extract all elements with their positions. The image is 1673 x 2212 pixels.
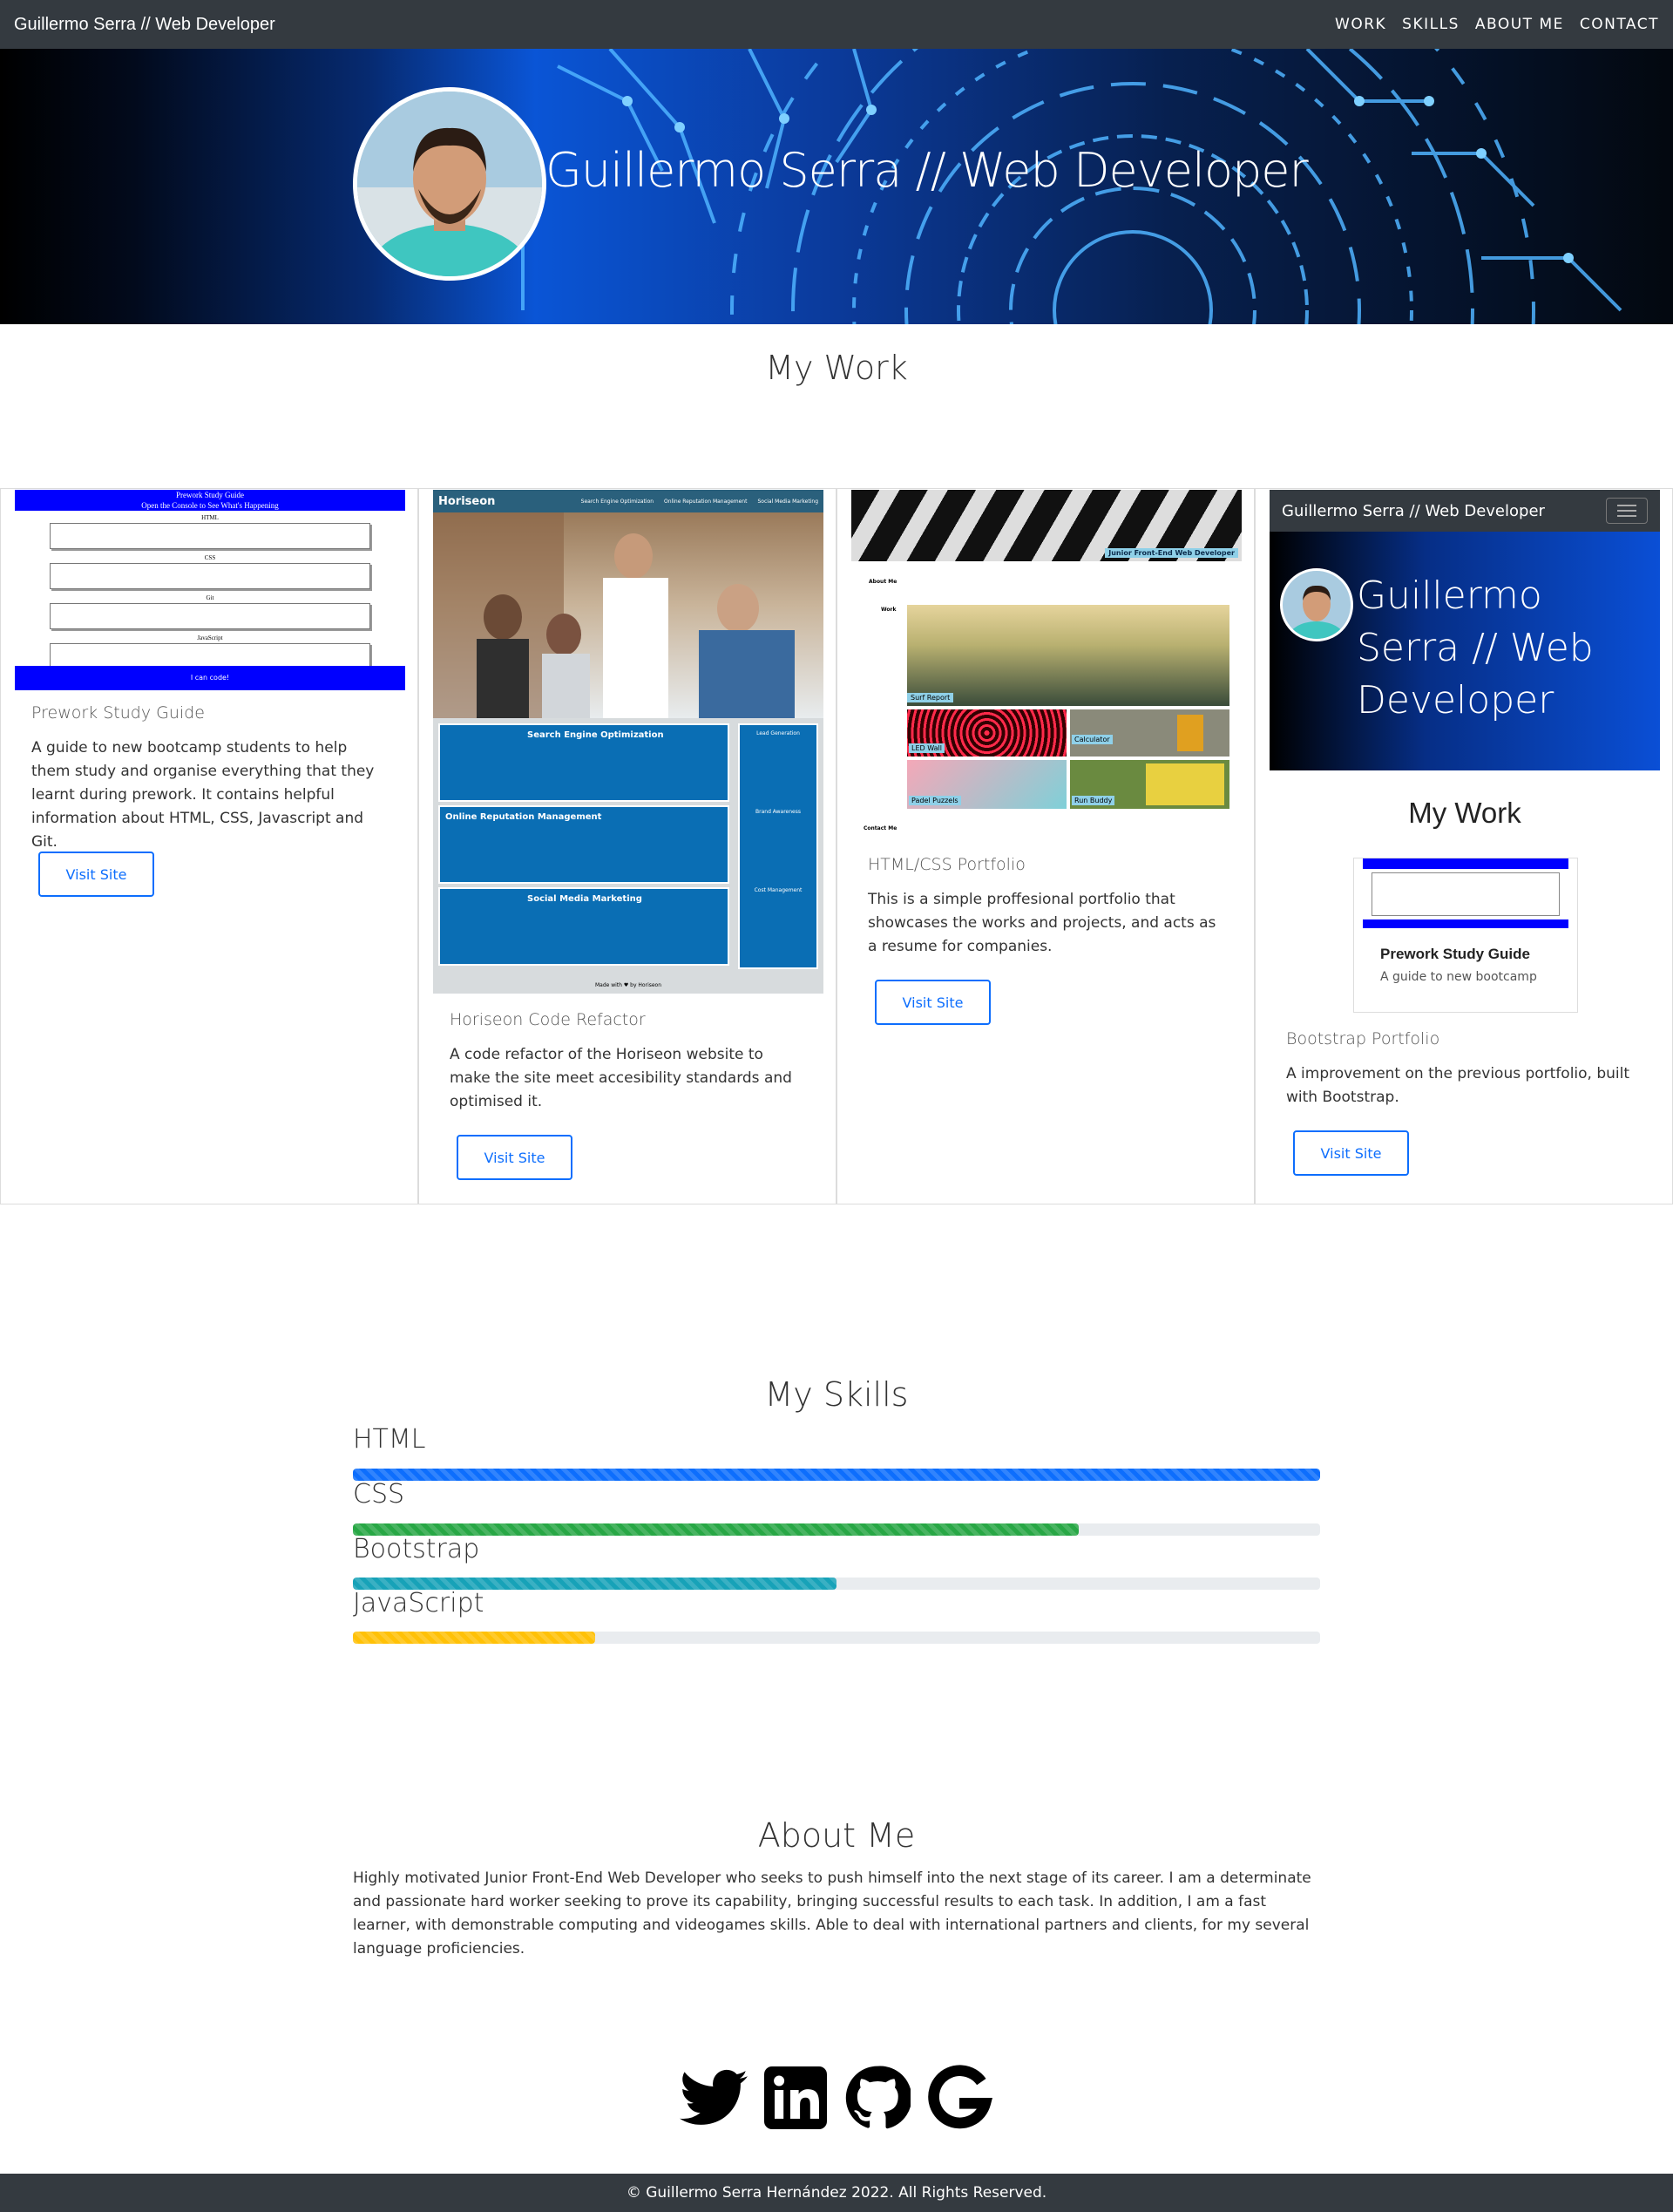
bootstrap-shot-avatar <box>1280 568 1353 641</box>
profile-avatar <box>353 87 546 281</box>
hero-banner: Guillermo Serra // Web Developer <box>0 49 1673 324</box>
skill-progress-css <box>353 1523 1320 1536</box>
work-card-html-css-portfolio: Junior Front-End Web Developer About Me … <box>836 488 1255 1204</box>
card-text: This is a simple proffesional portfolio … <box>868 891 1216 955</box>
horiseon-shot-item: Search Engine Optimization <box>438 723 729 802</box>
horiseon-shot-item: Social Media Marketing <box>438 887 729 966</box>
twitter-icon[interactable] <box>680 2064 748 2132</box>
work-card-horiseon: Horiseon Search Engine Optimization Onli… <box>418 488 836 1204</box>
card-text: A guide to new bootcamp students to help… <box>31 739 375 851</box>
bootstrap-shot-card-title: Prework Study Guide <box>1380 946 1530 962</box>
skill-label-javascript: JavaScript <box>353 1588 484 1618</box>
social-links <box>0 2064 1673 2132</box>
hero-title: Guillermo Serra // Web Developer <box>545 143 1309 198</box>
work-card-bootstrap-portfolio: Guillermo Serra // Web Developer Guiller… <box>1255 488 1673 1204</box>
nav-link-contact[interactable]: CONTACT <box>1580 16 1659 33</box>
prework-shot-section: Git <box>206 594 214 601</box>
tile-label: LED Wall <box>909 743 945 753</box>
card-text: A code refactor of the Horiseon website … <box>450 1046 792 1110</box>
prework-shot-section: JavaScript <box>197 634 223 641</box>
linkedin-icon[interactable] <box>762 2064 830 2132</box>
nav-link-skills[interactable]: SKILLS <box>1402 16 1460 33</box>
bootstrap-shot-heading: My Work <box>1408 797 1521 829</box>
footer: © Guillermo Serra Hernández 2022. All Ri… <box>0 2174 1673 2212</box>
work-card-prework: Prework Study Guide Open the Console to … <box>0 488 418 1204</box>
horiseon-shot-side-item: Cost Management <box>754 887 803 893</box>
tile-label: Surf Report <box>907 693 954 702</box>
card-title: Bootstrap Portfolio <box>1286 1029 1440 1048</box>
bootstrap-shot-card-text: A guide to new bootcamp <box>1380 970 1537 984</box>
about-section-title: About Me <box>757 1816 916 1855</box>
visit-site-button[interactable]: Visit Site <box>457 1135 572 1180</box>
about-text: Highly motivated Junior Front-End Web De… <box>353 1869 1311 1958</box>
skill-bar-javascript <box>353 1632 595 1644</box>
skill-label-bootstrap: Bootstrap <box>353 1534 480 1564</box>
card-title: HTML/CSS Portfolio <box>868 855 1026 874</box>
card-text: A improvement on the previous portfolio,… <box>1286 1065 1630 1106</box>
skills-section-title: My Skills <box>764 1375 909 1414</box>
portfolio-screenshot: Junior Front-End Web Developer About Me … <box>851 490 1242 840</box>
portfolio-shot-contact: Contact Me <box>864 825 897 831</box>
surf-report-tile: Surf Report <box>907 605 1229 706</box>
led-wall-tile: LED Wall <box>907 709 1067 757</box>
bootstrap-shot-hero: Guillermo Serra // Web Developer <box>1357 573 1594 723</box>
horiseon-shot-side-item: Brand Awareness <box>755 809 801 815</box>
card-title: Horiseon Code Refactor <box>450 1010 646 1029</box>
google-icon[interactable] <box>925 2064 993 2132</box>
navbar: Guillermo Serra // Web Developer WORK SK… <box>0 0 1673 49</box>
prework-shot-title: Prework Study Guide <box>176 491 244 499</box>
skill-label-css: CSS <box>353 1479 405 1510</box>
navbar-brand[interactable]: Guillermo Serra // Web Developer <box>14 15 275 35</box>
bootstrap-shot-brand: Guillermo Serra // Web Developer <box>1282 501 1545 520</box>
nav-link-about-me[interactable]: ABOUT ME <box>1475 16 1564 33</box>
card-title: Prework Study Guide <box>31 703 205 723</box>
portfolio-shot-work: Work <box>881 607 897 613</box>
nav-links: WORK SKILLS ABOUT ME CONTACT <box>1335 16 1659 33</box>
horiseon-shot-item: Online Reputation Management <box>438 805 729 884</box>
portfolio-shot-banner: Junior Front-End Web Developer <box>1105 548 1238 558</box>
prework-shot-section: CSS <box>204 554 216 561</box>
tile-label: Calculator <box>1072 735 1113 744</box>
visit-site-button[interactable]: Visit Site <box>875 980 991 1025</box>
prework-shot-subtitle: Open the Console to See What's Happening <box>141 501 279 510</box>
tile-label: Padel Puzzels <box>909 796 961 805</box>
github-icon[interactable] <box>843 2064 911 2132</box>
horiseon-shot-logo: Horiseon <box>438 494 496 508</box>
calculator-tile: Calculator <box>1070 709 1229 757</box>
nav-link-work[interactable]: WORK <box>1335 16 1386 33</box>
work-cards: Prework Study Guide Open the Console to … <box>0 488 1673 1204</box>
visit-site-button[interactable]: Visit Site <box>38 852 154 897</box>
skill-bar-html <box>353 1469 1320 1481</box>
prework-shot-section: HTML <box>201 514 219 521</box>
skill-progress-javascript <box>353 1632 1320 1644</box>
skill-progress-html <box>353 1469 1320 1481</box>
horiseon-shot-footer: Made with ♥ by Horiseon <box>594 982 662 988</box>
portfolio-shot-about: About Me <box>869 579 897 585</box>
skill-label-html: HTML <box>353 1424 426 1455</box>
padel-puzzels-tile: Padel Puzzels <box>907 760 1067 809</box>
tile-label: Run Buddy <box>1072 796 1115 805</box>
horiseon-shot-side-item: Lead Generation <box>756 730 800 736</box>
bootstrap-screenshot: Guillermo Serra // Web Developer Guiller… <box>1270 490 1660 1013</box>
prework-screenshot: Prework Study Guide Open the Console to … <box>15 490 405 690</box>
prework-shot-footer: I can code! <box>15 666 405 690</box>
horiseon-shot-nav-item: Social Media Marketing <box>757 498 818 505</box>
footer-copyright: © Guillermo Serra Hernández 2022. All Ri… <box>626 2184 1047 2202</box>
work-section-title: My Work <box>765 349 908 387</box>
horiseon-team-photo <box>433 512 823 718</box>
horiseon-shot-nav-item: Online Reputation Management <box>664 498 748 505</box>
horiseon-screenshot: Horiseon Search Engine Optimization Onli… <box>433 490 823 994</box>
hamburger-icon <box>1606 498 1648 524</box>
skill-progress-bootstrap <box>353 1578 1320 1590</box>
visit-site-button[interactable]: Visit Site <box>1293 1130 1409 1176</box>
run-buddy-tile: Run Buddy <box>1070 760 1229 809</box>
horiseon-shot-nav-item: Search Engine Optimization <box>580 498 654 505</box>
